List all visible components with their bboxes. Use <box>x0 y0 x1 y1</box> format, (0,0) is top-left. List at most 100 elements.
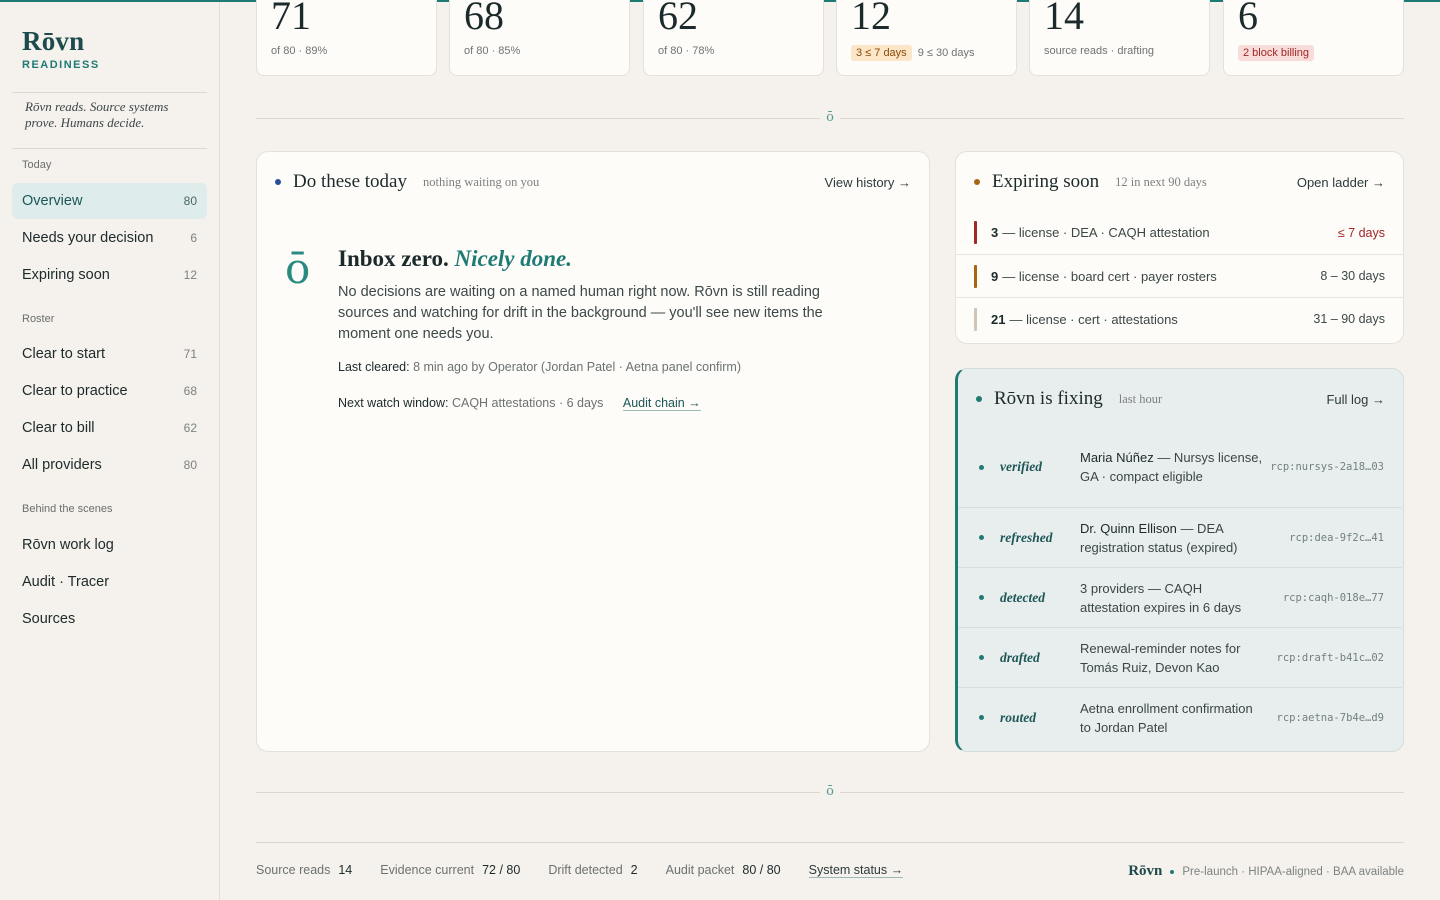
section-label-behind-scenes: Behind the scenes <box>22 503 113 515</box>
tagline: Rōvn reads. Source systems prove. Humans… <box>25 99 169 130</box>
receipt-id[interactable]: rcp:caqh-018e…77 <box>1283 592 1384 604</box>
activity-row[interactable]: verified Maria Núñez — Nursys license, G… <box>958 437 1402 497</box>
footer-brand-name: Rōvn <box>1128 863 1163 879</box>
stat-sub-text: of 80 · 85% <box>464 45 521 57</box>
activity-description: Aetna enrollment confirmation to Jordan … <box>1080 700 1253 735</box>
sidebar-item-audit-tracer[interactable]: Audit · Tracer <box>12 564 207 600</box>
sidebar-item-label: Clear to practice <box>22 383 128 399</box>
stat-card-source-reads[interactable]: 14 source reads · drafting <box>1029 0 1210 76</box>
status-dot-icon <box>275 179 281 185</box>
footer-stat-label: Drift detected <box>548 863 623 877</box>
activity-row[interactable]: refreshed Dr. Quinn Ellison — DEA regist… <box>958 507 1402 567</box>
panel-header: Rōvn is fixing last hour Full log → <box>976 387 1385 411</box>
activity-verb: refreshed <box>1000 529 1053 545</box>
urgency-bar <box>974 264 977 288</box>
footer-stat-audit-packet: Audit packet 80 / 80 <box>666 863 781 878</box>
view-history-link[interactable]: View history → <box>825 175 911 190</box>
sidebar-item-label: Rōvn work log <box>22 537 114 553</box>
full-log-link[interactable]: Full log → <box>1326 392 1385 407</box>
panel-title: Expiring soon <box>992 171 1100 192</box>
sidebar-item-sources[interactable]: Sources <box>12 601 207 637</box>
warning-badge: 3 ≤ 7 days <box>851 45 912 61</box>
sidebar-item-clear-to-start[interactable]: Clear to start 71 <box>12 336 207 372</box>
sidebar-item-label: Clear to start <box>22 346 105 362</box>
stat-sub: 3 ≤ 7 days 9 ≤ 30 days <box>851 45 974 61</box>
status-dot-icon <box>976 396 982 402</box>
stat-sub: 2 block billing <box>1238 45 1315 61</box>
status-dot-icon <box>974 179 980 185</box>
footer-stat-value: 14 <box>338 863 353 877</box>
stat-card-clear-to-bill[interactable]: 62 of 80 · 78% <box>643 0 824 76</box>
expiring-row[interactable]: 3 — license · DEA · CAQH attestation ≤ 7… <box>956 211 1403 254</box>
stat-sub-text: of 80 · 89% <box>271 45 328 57</box>
sidebar-item-count: 80 <box>183 194 197 208</box>
stat-card-clear-to-start[interactable]: 71 of 80 · 89% <box>256 0 437 76</box>
stat-card-clear-to-practice[interactable]: 68 of 80 · 85% <box>449 0 630 76</box>
activity-description: Maria Núñez — Nursys license, GA · compa… <box>1080 448 1265 486</box>
footer-brand: Rōvn Pre-launch · HIPAA-aligned · BAA av… <box>1128 863 1404 880</box>
audit-chain-link[interactable]: Audit chain → <box>622 396 701 411</box>
urgency-bar <box>974 221 977 244</box>
divider-glyph-icon: ō <box>820 784 840 799</box>
activity-description: Dr. Quinn Ellison — DEA registration sta… <box>1080 519 1265 557</box>
activity-row[interactable]: detected 3 providers — CAQH attestation … <box>958 567 1402 627</box>
last-cleared-label: Last cleared: <box>338 360 410 374</box>
panel-title: Rōvn is fixing <box>994 388 1103 409</box>
alert-badge: 2 block billing <box>1238 45 1315 61</box>
activity-row[interactable]: routed Aetna enrollment confirmation to … <box>958 687 1402 747</box>
next-watch-window: Next watch window: CAQH attestations · 6… <box>338 396 701 411</box>
panel-note: last hour <box>1118 391 1163 406</box>
sidebar-item-all-providers[interactable]: All providers 80 <box>12 447 207 483</box>
footer-stat-value: 2 <box>630 863 638 877</box>
activity-description: Renewal-reminder notes for Tomás Ruiz, D… <box>1080 640 1241 675</box>
today-panel: Do these today nothing waiting on you Vi… <box>256 151 930 752</box>
stat-sub-text: of 80 · 78% <box>658 45 715 57</box>
brand[interactable]: Rōvn READINESS <box>22 26 100 71</box>
receipt-id[interactable]: rcp:aetna-7b4e…d9 <box>1277 712 1384 724</box>
activity-row[interactable]: drafted Renewal-reminder notes for Tomás… <box>958 627 1402 687</box>
stat-sub: source reads · drafting <box>1044 45 1154 57</box>
expiring-row[interactable]: 21 — license · cert · attestations 31 – … <box>956 297 1403 340</box>
sidebar: Rōvn READINESS Rōvn reads. Source system… <box>0 2 220 900</box>
next-watch-value: CAQH attestations · 6 days <box>451 396 604 410</box>
sidebar-item-clear-to-practice[interactable]: Clear to practice 68 <box>12 373 207 409</box>
expiring-row[interactable]: 9 — license · board cert · payer rosters… <box>956 254 1403 297</box>
activity-dot-icon <box>979 595 984 600</box>
panel-header: Expiring soon 12 in next 90 days Open la… <box>974 170 1385 194</box>
stat-value: 71 <box>271 0 311 38</box>
activity-dot-icon <box>979 535 984 540</box>
sidebar-item-clear-to-bill[interactable]: Clear to bill 62 <box>12 410 207 446</box>
expiring-panel: Expiring soon 12 in next 90 days Open la… <box>955 151 1404 344</box>
receipt-id[interactable]: rcp:draft-b41c…02 <box>1277 652 1384 664</box>
stat-card-expiring[interactable]: 12 3 ≤ 7 days 9 ≤ 30 days <box>836 0 1017 76</box>
stat-sub: of 80 · 85% <box>464 45 520 57</box>
expiring-text: — license · cert · attestations <box>1009 311 1178 327</box>
receipt-id[interactable]: rcp:dea-9f2c…41 <box>1289 532 1384 544</box>
sidebar-item-count: 68 <box>183 384 197 398</box>
footer-stat-value: 72 / 80 <box>482 863 521 877</box>
footer-stat-label: Audit packet <box>665 863 735 877</box>
sidebar-item-count: 80 <box>183 458 197 472</box>
sidebar-item-needs-decision[interactable]: Needs your decision 6 <box>12 220 207 256</box>
sidebar-item-label: Needs your decision <box>22 230 154 246</box>
footer-stat-drift: Drift detected 2 <box>548 863 637 878</box>
divider <box>12 148 207 149</box>
stat-card-needs-decision[interactable]: 6 2 block billing <box>1223 0 1404 76</box>
stat-value: 12 <box>851 0 891 38</box>
sidebar-item-overview[interactable]: Overview 80 <box>12 183 207 219</box>
footer-stats: Source reads 14 Evidence current 72 / 80 D… <box>256 863 904 878</box>
footer-brand-note: Pre-launch · HIPAA-aligned · BAA availab… <box>1182 865 1404 878</box>
system-status-link[interactable]: System status → <box>808 863 904 878</box>
last-cleared: Last cleared: 8 min ago by Operator (Jor… <box>338 360 741 374</box>
next-watch-label: Next watch window: <box>338 396 449 410</box>
rovn-mark-icon: ō <box>285 244 311 293</box>
sidebar-item-expiring-soon[interactable]: Expiring soon 12 <box>12 257 207 293</box>
receipt-id[interactable]: rcp:nursys-2a18…03 <box>1270 461 1384 473</box>
inbox-zero-body: No decisions are waiting on a named huma… <box>338 284 823 342</box>
inbox-zero-emphasis: Nicely done. <box>454 246 573 271</box>
open-ladder-link[interactable]: Open ladder → <box>1297 175 1385 190</box>
sidebar-item-work-log[interactable]: Rōvn work log <box>12 527 207 563</box>
footer-stat-label: Source reads <box>256 863 331 877</box>
activity-verb: detected <box>1000 589 1045 605</box>
stat-sub-text: source reads · drafting <box>1044 45 1155 57</box>
